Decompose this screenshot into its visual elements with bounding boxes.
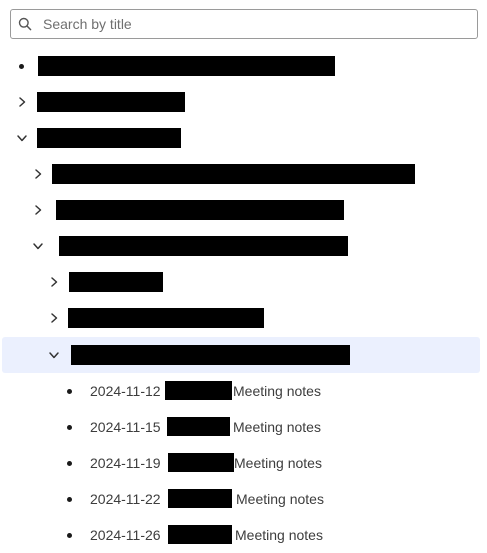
chevron-right-icon[interactable] [47, 275, 61, 289]
note-date: 2024-11-26 [90, 527, 161, 543]
chevron-right-icon[interactable] [15, 95, 29, 109]
note-date: 2024-11-22 [90, 491, 161, 507]
tree-item[interactable] [0, 300, 487, 336]
chevron-right-icon[interactable] [31, 203, 45, 217]
redacted-text [165, 381, 232, 400]
redacted-title [37, 92, 185, 112]
bullet-dot-icon [67, 425, 72, 430]
search-box [10, 9, 478, 39]
meeting-note-item[interactable]: 2024-11-26 Meeting notes [0, 517, 487, 553]
redacted-title [37, 128, 181, 148]
tree-item[interactable] [0, 84, 487, 120]
note-title: Meeting notes [236, 491, 324, 507]
redacted-title [68, 308, 264, 328]
search-input[interactable] [43, 13, 463, 35]
tree-item[interactable] [0, 264, 487, 300]
redacted-title [71, 345, 350, 365]
chevron-right-icon[interactable] [47, 311, 61, 325]
tree-item-selected[interactable] [2, 337, 480, 373]
redacted-text [167, 417, 230, 436]
redacted-title [56, 200, 344, 220]
tree-item[interactable] [0, 228, 487, 264]
meeting-note-item[interactable]: 2024-11-15 Meeting notes [0, 409, 487, 445]
redacted-text [168, 453, 234, 472]
meeting-note-item[interactable]: 2024-11-22 Meeting notes [0, 481, 487, 517]
note-date: 2024-11-19 [90, 455, 161, 471]
redacted-title [38, 56, 335, 76]
tree-item[interactable] [0, 192, 487, 228]
search-icon [18, 17, 32, 31]
chevron-down-icon[interactable] [31, 239, 45, 253]
meeting-note-item[interactable]: 2024-11-12 Meeting notes [0, 373, 487, 409]
note-title: Meeting notes [235, 527, 323, 543]
tree-item[interactable] [0, 48, 487, 84]
bullet-dot-icon [67, 533, 72, 538]
note-title: Meeting notes [233, 419, 321, 435]
redacted-title [69, 272, 163, 292]
bullet-dot-icon [67, 497, 72, 502]
redacted-text [168, 489, 232, 508]
tree-item[interactable] [0, 120, 487, 156]
chevron-right-icon[interactable] [31, 167, 45, 181]
note-title: Meeting notes [233, 383, 321, 399]
note-date: 2024-11-12 [90, 383, 161, 399]
bullet-dot-icon [19, 64, 24, 69]
note-date: 2024-11-15 [90, 419, 161, 435]
chevron-down-icon[interactable] [47, 348, 61, 362]
redacted-title [52, 164, 415, 184]
redacted-text [168, 525, 232, 544]
note-title: Meeting notes [234, 455, 322, 471]
bullet-dot-icon [67, 389, 72, 394]
bullet-dot-icon [67, 461, 72, 466]
chevron-down-icon[interactable] [15, 131, 29, 145]
redacted-title [59, 236, 348, 256]
tree-item[interactable] [0, 156, 487, 192]
meeting-note-item[interactable]: 2024-11-19 Meeting notes [0, 445, 487, 481]
